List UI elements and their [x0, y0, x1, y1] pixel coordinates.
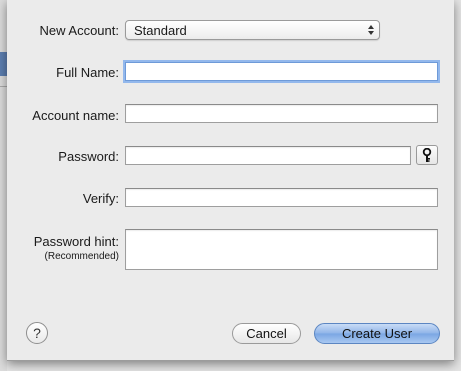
password-hint-sublabel: (Recommended) — [44, 251, 119, 262]
full-name-field[interactable] — [125, 62, 438, 81]
password-assistant-button[interactable] — [416, 145, 438, 165]
password-label: Password: — [58, 149, 119, 164]
cancel-button[interactable]: Cancel — [232, 323, 301, 344]
new-account-label: New Account: — [39, 23, 120, 38]
full-name-label: Full Name: — [56, 65, 119, 80]
account-type-popup[interactable]: Standard — [125, 20, 380, 40]
background-sidebar-highlight — [0, 52, 7, 76]
create-user-button[interactable]: Create User — [314, 323, 440, 344]
account-name-field[interactable] — [125, 104, 438, 123]
password-field[interactable] — [125, 146, 411, 165]
up-down-arrows-icon — [367, 21, 375, 39]
key-icon — [422, 147, 432, 166]
new-account-sheet: New Account: Standard Full Name: Account… — [7, 0, 454, 361]
password-hint-label: Password hint: — [33, 234, 119, 249]
verify-field[interactable] — [125, 188, 438, 207]
background-divider — [0, 86, 7, 87]
verify-label: Verify: — [82, 191, 119, 206]
password-hint-field[interactable] — [125, 229, 438, 270]
account-name-label: Account name: — [32, 108, 119, 123]
help-button[interactable]: ? — [26, 322, 48, 344]
account-type-value: Standard — [134, 23, 187, 38]
